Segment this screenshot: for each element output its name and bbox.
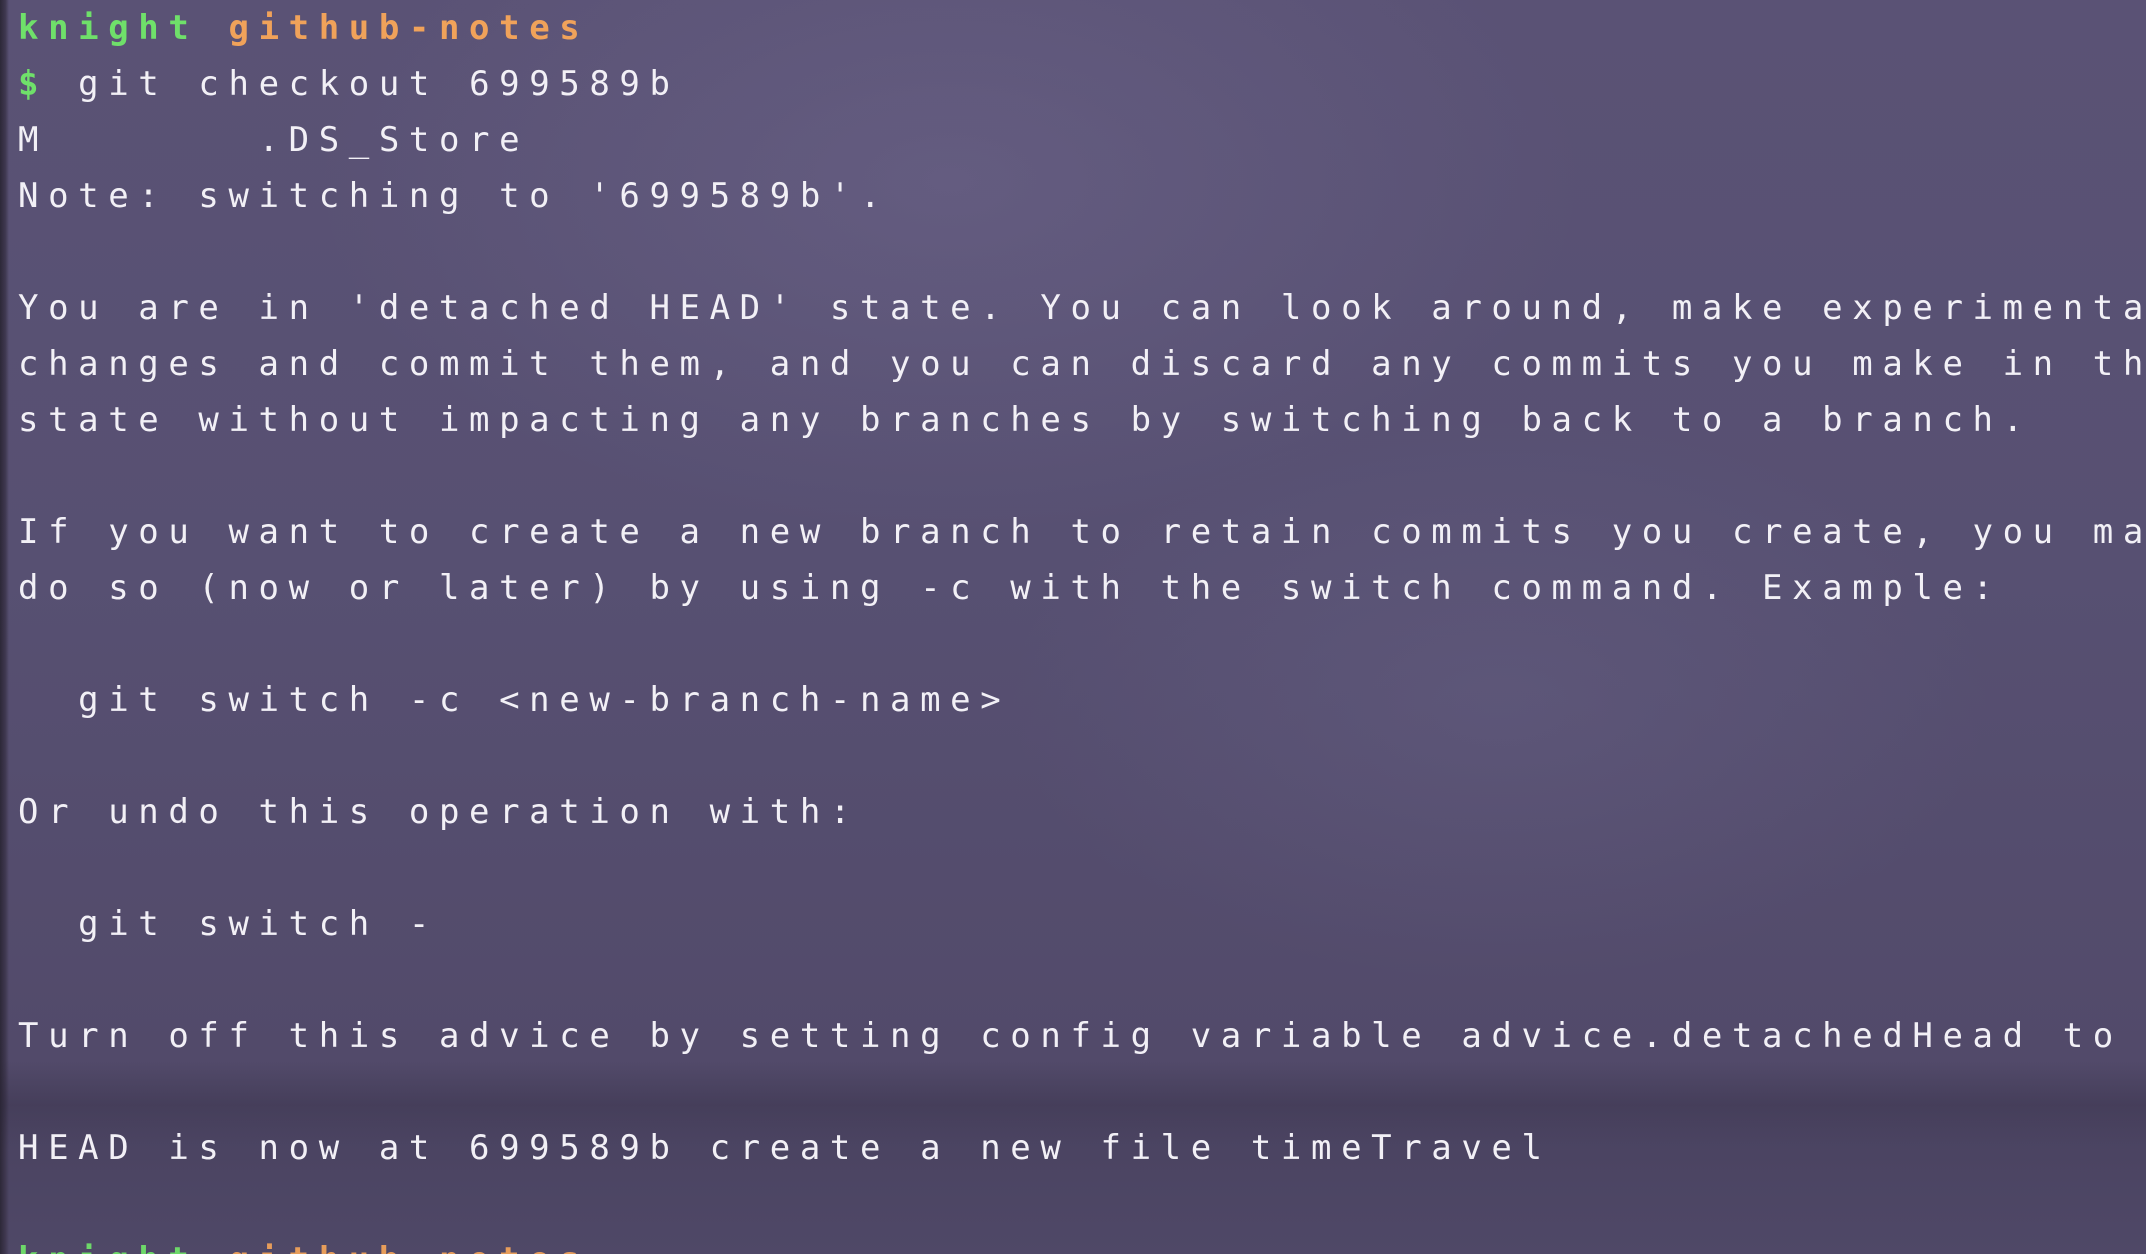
output-line: You are in 'detached HEAD' state. You ca… — [18, 288, 2146, 328]
output-line: git switch -c <new-branch-name> — [18, 680, 1011, 720]
output-line: changes and commit them, and you can dis… — [18, 344, 2146, 384]
terminal-window[interactable]: knight github-notes $ git checkout 69958… — [0, 0, 2146, 1254]
prompt-symbol: $ — [18, 64, 49, 104]
command-text: git checkout 699589b — [78, 64, 680, 104]
output-line: HEAD is now at 699589b create a new file… — [18, 1128, 1552, 1168]
output-line: state without impacting any branches by … — [18, 400, 2033, 440]
output-line: git switch - — [18, 904, 439, 944]
next-prompt-user: knight — [18, 1240, 198, 1254]
prompt-line: knight github-notes — [18, 0, 2146, 56]
terminal-output: knight github-notes $ git checkout 69958… — [18, 0, 2146, 1254]
next-prompt-line: knight github-notes — [18, 1232, 2146, 1254]
output-line: Turn off this advice by setting config v… — [18, 1016, 2146, 1056]
command-line: $ git checkout 699589b — [18, 56, 2146, 112]
output-line: Or undo this operation with: — [18, 792, 860, 832]
prompt-directory: github-notes — [228, 8, 590, 48]
next-prompt-directory: github-notes — [229, 1240, 590, 1254]
output-line: do so (now or later) by using -c with th… — [18, 568, 2003, 608]
output-line: If you want to create a new branch to re… — [18, 512, 2146, 552]
prompt-user: knight — [18, 8, 199, 48]
output-line: Note: switching to '699589b'. — [18, 176, 891, 216]
output-line: M .DS_Store — [18, 120, 530, 160]
